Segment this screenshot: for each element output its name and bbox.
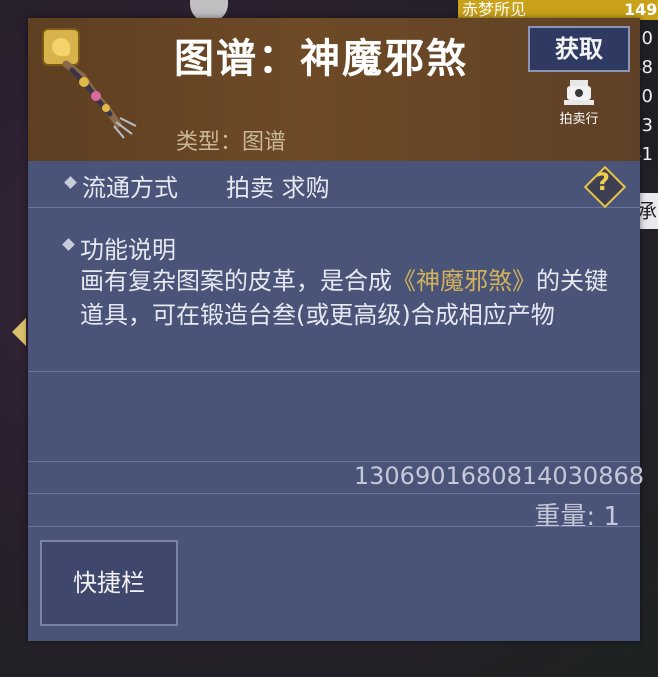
quick-bar-button[interactable]: 快捷栏 (40, 540, 178, 626)
item-weight: 重量: 1 (534, 502, 620, 532)
item-header: 图谱：神魔邪煞 类型：图谱 获取 拍卖行 (28, 18, 640, 161)
circulation-label: 流通方式 (82, 174, 178, 202)
item-detail-panel: 图谱：神魔邪煞 类型：图谱 获取 拍卖行 流通方式 拍卖 求购 ? 功能说明 画… (28, 18, 644, 641)
divider (28, 371, 640, 372)
banner-number: 149 (624, 0, 658, 19)
circulation-value: 拍卖 求购 (226, 174, 330, 202)
description-text: 画有复杂图案的皮革，是合成 (80, 267, 392, 295)
leather-scroll-icon (62, 60, 137, 139)
divider (28, 493, 640, 494)
item-type: 类型：图谱 (176, 130, 287, 155)
circulation-row: 流通方式 拍卖 求购 (28, 161, 640, 208)
background-banner: 赤梦所见 149 (458, 0, 658, 20)
get-button[interactable]: 获取 (528, 26, 630, 72)
auction-house-label: 拍卖行 (559, 112, 599, 127)
help-button[interactable]: ? (583, 165, 627, 209)
bullet-diamond-icon (62, 238, 75, 251)
left-arrow-icon[interactable] (12, 318, 26, 346)
item-icon (38, 26, 150, 141)
banner-text: 赤梦所见 (462, 0, 527, 19)
bullet-diamond-icon (64, 176, 77, 189)
item-description: 画有复杂图案的皮革，是合成《神魔邪煞》的关键道具，可在锻造台叁(或更高级)合成相… (80, 264, 620, 332)
auction-house-icon (564, 80, 594, 105)
description-highlight: 《神魔邪煞》 (392, 267, 536, 295)
help-question-icon: ? (596, 168, 610, 196)
item-title: 图谱：神魔邪煞 (174, 36, 468, 82)
function-label: 功能说明 (80, 236, 176, 264)
item-code: 1306901680814030868 (353, 462, 644, 490)
auction-house-button[interactable]: 拍卖行 (550, 78, 608, 128)
divider (28, 526, 640, 527)
